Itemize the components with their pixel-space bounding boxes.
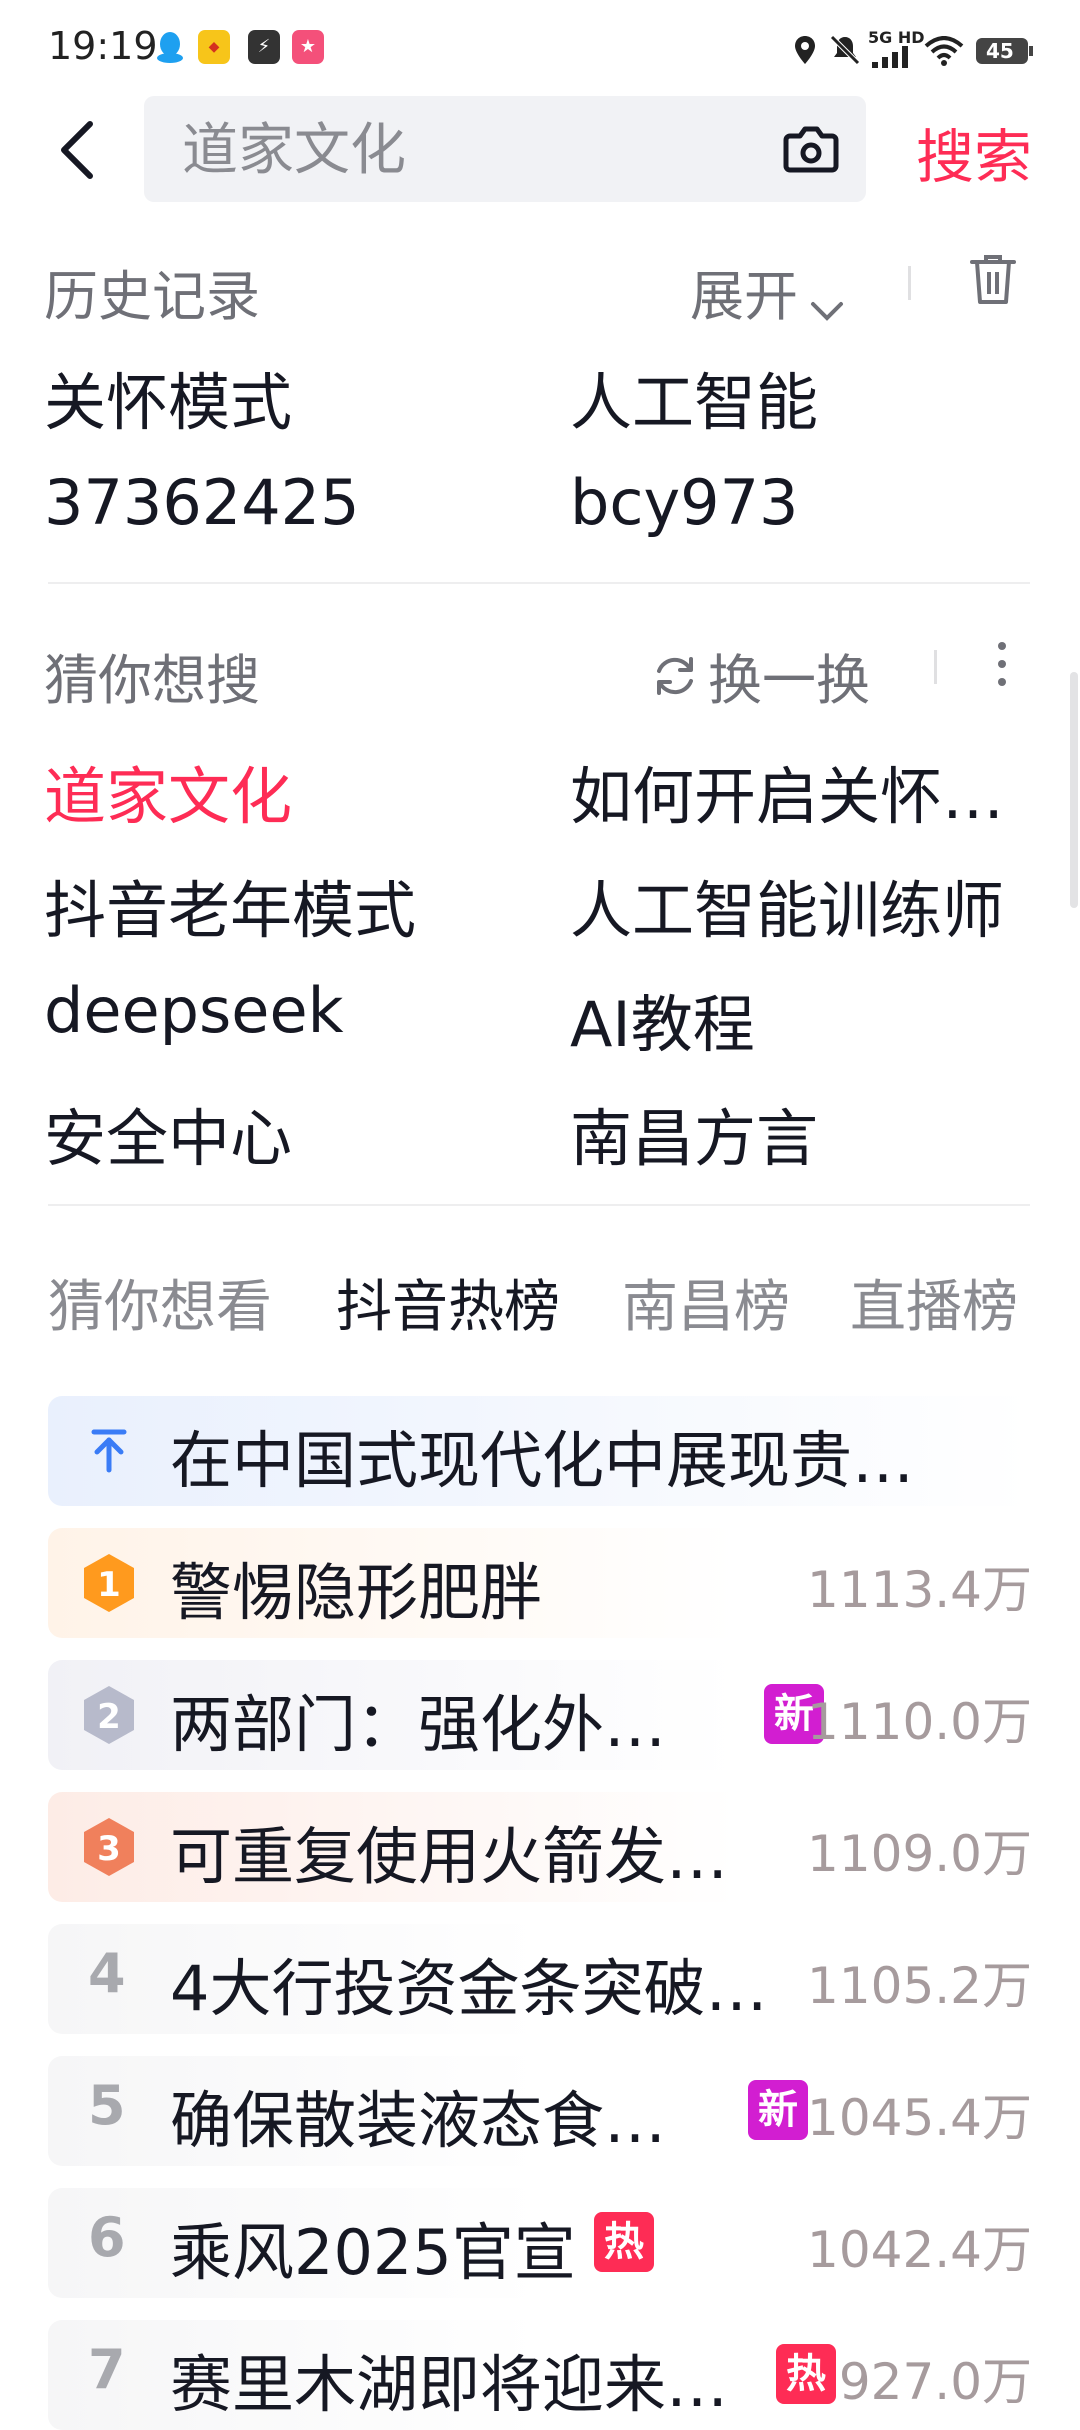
- hot-row[interactable]: 6 乘风2025官宣 热 1042.4万: [48, 2188, 1032, 2298]
- hot-row[interactable]: 3 可重复使用火箭发… 1109.0万: [48, 1792, 1032, 1902]
- suggest-item[interactable]: deepseek: [44, 974, 344, 1047]
- suggest-item[interactable]: AI教程: [570, 974, 755, 1064]
- hot-title: 乘风2025官宣: [170, 2216, 576, 2289]
- hot-heat: 1045.4万: [807, 2089, 1032, 2147]
- network-label: 5G HD: [868, 28, 925, 47]
- trash-icon[interactable]: [968, 252, 1018, 308]
- search-button[interactable]: 搜索: [916, 110, 1032, 194]
- tab-live[interactable]: 直播榜: [850, 1262, 1018, 1343]
- status-bar: 19:19 ◆ ⚡ ★ 5G HD 45: [0, 0, 1080, 90]
- rank-number: 6: [88, 2206, 126, 2269]
- section-divider: [48, 1204, 1030, 1206]
- rank-number: 7: [88, 2338, 126, 2401]
- hot-heat: 1110.0万: [807, 1693, 1032, 1751]
- qq-icon: [154, 30, 186, 64]
- svg-text:1: 1: [97, 1565, 121, 1605]
- refresh-button[interactable]: 换一换: [650, 636, 870, 715]
- hot-heat: 1105.2万: [807, 1957, 1032, 2015]
- hot-title: 警惕隐形肥胖: [170, 1556, 543, 1629]
- suggest-title: 猜你想搜: [44, 649, 260, 712]
- pin-arrow-icon: [91, 1429, 127, 1473]
- battery-icon: 45: [976, 38, 1028, 64]
- new-badge: 新: [748, 2080, 808, 2140]
- suggest-item[interactable]: 人工智能训练师: [570, 860, 1004, 950]
- hot-heat: 1109.0万: [807, 1825, 1032, 1883]
- mute-icon: [830, 35, 860, 65]
- search-input[interactable]: [180, 96, 744, 204]
- wifi-icon: [924, 36, 964, 66]
- rank-number: 4: [88, 1942, 126, 2005]
- chevron-left-icon: [61, 121, 93, 179]
- header-divider: [934, 650, 937, 684]
- app-bolt-icon: ⚡: [248, 30, 280, 64]
- tab-douyin-hot[interactable]: 抖音热榜: [336, 1262, 560, 1343]
- status-time: 19:19: [48, 24, 158, 68]
- signal-icon: [872, 46, 908, 68]
- app-badge-icon: ◆: [198, 30, 230, 64]
- expand-label: 展开: [690, 265, 798, 328]
- hot-title: 在中国式现代化中展现贵…: [170, 1424, 915, 1497]
- battery-level: 45: [986, 39, 1014, 63]
- header-divider: [908, 266, 911, 300]
- section-divider: [48, 582, 1030, 584]
- history-item[interactable]: 37362425: [44, 466, 360, 539]
- rank-3-icon: 3: [84, 1818, 134, 1876]
- hot-row[interactable]: 5 确保散装液态食… 新 1045.4万: [48, 2056, 1032, 2166]
- hot-title: 两部门：强化外…: [170, 1688, 667, 1761]
- tab-nanchang[interactable]: 南昌榜: [622, 1262, 790, 1343]
- hot-row-pinned[interactable]: 在中国式现代化中展现贵…: [48, 1396, 1032, 1506]
- refresh-label: 换一换: [708, 649, 870, 712]
- rank-number: 5: [88, 2074, 126, 2137]
- expand-button[interactable]: 展开: [690, 252, 845, 331]
- suggest-item-highlight[interactable]: 道家文化: [44, 746, 292, 836]
- history-title: 历史记录: [44, 265, 260, 328]
- hot-heat: 1042.4万: [807, 2221, 1032, 2279]
- history-item[interactable]: 关怀模式: [44, 352, 292, 442]
- suggest-item[interactable]: 如何开启关怀…: [570, 746, 1004, 836]
- camera-icon[interactable]: [782, 122, 840, 176]
- back-button[interactable]: [52, 110, 112, 190]
- location-icon: [795, 36, 815, 64]
- suggest-item[interactable]: 安全中心: [44, 1088, 292, 1178]
- hot-heat: 927.0万: [838, 2353, 1032, 2411]
- hot-heat: 1113.4万: [807, 1561, 1032, 1619]
- hot-badge: 热: [776, 2344, 836, 2404]
- hot-title: 可重复使用火箭发…: [170, 1820, 729, 1893]
- hot-row[interactable]: 2 两部门：强化外… 新 1110.0万: [48, 1660, 1032, 1770]
- hot-title: 4大行投资金条突破…: [170, 1952, 768, 2025]
- app-pink-icon: ★: [292, 30, 324, 64]
- hot-title: 赛里木湖即将迎来…: [170, 2348, 729, 2421]
- chevron-down-icon: [811, 301, 844, 321]
- tab-guess-watch[interactable]: 猜你想看: [48, 1262, 272, 1343]
- suggest-item[interactable]: 抖音老年模式: [44, 860, 416, 950]
- hot-title: 确保散装液态食…: [170, 2084, 667, 2157]
- rank-2-icon: 2: [84, 1686, 134, 1744]
- hot-row[interactable]: 1 警惕隐形肥胖 1113.4万: [48, 1528, 1032, 1638]
- hot-row[interactable]: 4 4大行投资金条突破… 1105.2万: [48, 1924, 1032, 2034]
- svg-text:3: 3: [97, 1829, 121, 1869]
- history-item[interactable]: 人工智能: [570, 352, 818, 442]
- battery-tip: [1029, 46, 1033, 56]
- refresh-icon: [657, 656, 693, 695]
- hot-row[interactable]: 7 赛里木湖即将迎来… 热 927.0万: [48, 2320, 1032, 2430]
- search-box[interactable]: [144, 96, 866, 204]
- more-vertical-icon[interactable]: [990, 636, 1014, 696]
- history-item[interactable]: bcy973: [570, 466, 798, 539]
- hot-badge: 热: [594, 2212, 654, 2272]
- scrollbar-thumb[interactable]: [1070, 672, 1078, 908]
- suggest-item[interactable]: 南昌方言: [570, 1088, 818, 1178]
- rank-1-icon: 1: [84, 1554, 134, 1612]
- svg-text:2: 2: [97, 1697, 121, 1737]
